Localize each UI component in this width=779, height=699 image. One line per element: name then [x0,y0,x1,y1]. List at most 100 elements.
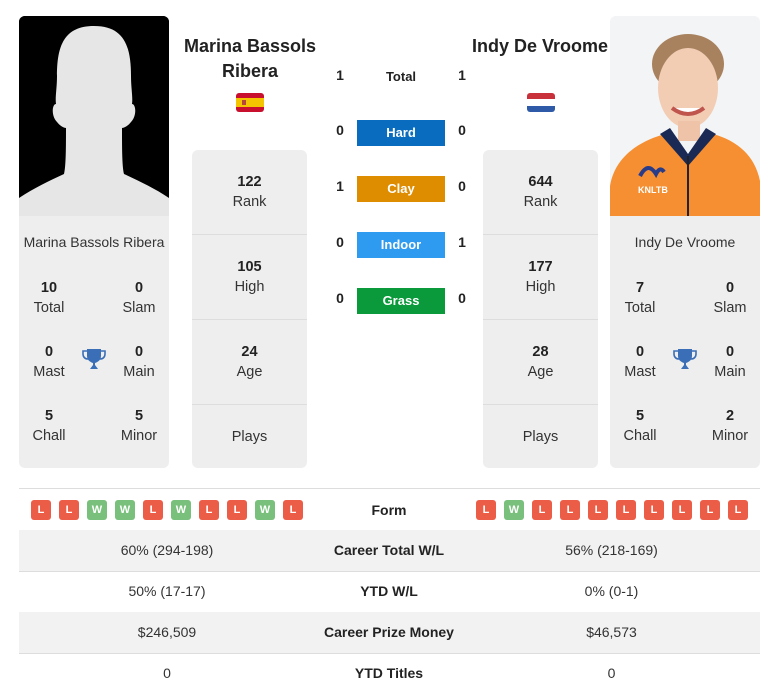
player1-name-heading[interactable]: Marina Bassols Ribera [170,34,330,84]
h2h-hard-p1: 0 [336,122,344,138]
player2-titles-card: Indy De Vroome 7 Total 0 Slam 0 Mast 0 M… [610,216,760,468]
value: 5 [134,408,144,424]
label: Minor [120,428,158,444]
row-label: Career Total W/L [333,542,445,558]
player1-card-name[interactable]: Marina Bassols Ribera [19,234,169,250]
label: Total [33,300,65,316]
p2-value: 0 [607,665,616,681]
player2-rank: 644 Rank [483,150,598,235]
label: Slam [122,300,156,316]
player1-high: 105 High [192,235,307,320]
player2-card-name[interactable]: Indy De Vroome [610,234,760,250]
form-badge-loss[interactable]: L [143,500,163,520]
p1-value: 50% (17-17) [128,583,206,599]
form-badge-loss[interactable]: L [700,500,720,520]
label: High [234,279,265,295]
h2h-indoor-p2: 1 [458,234,466,250]
player-portrait-icon: KNLTB [610,16,760,216]
value: 644 [528,174,553,190]
label: Mast [33,364,65,380]
player2-photo[interactable]: KNLTB [610,16,760,216]
form-badge-loss[interactable]: L [728,500,748,520]
form-label: Form [371,502,407,518]
row-label: YTD W/L [360,583,418,599]
value: 7 [635,280,645,296]
form-badge-loss[interactable]: L [588,500,608,520]
trophy-icon [672,346,698,372]
surface-hard-badge[interactable]: Hard [357,120,445,146]
player1-photo[interactable] [19,16,169,216]
spain-flag-icon [236,93,264,112]
player2-stats-card: 644 Rank 177 High 28 Age Plays [483,150,598,468]
value: 105 [237,259,262,275]
value: 2 [725,408,735,424]
h2h-grass-p2: 0 [458,290,466,306]
label: Slam [713,300,747,316]
h2h-grass-p1: 0 [336,290,344,306]
label: Main [714,364,746,380]
label: Total [624,300,656,316]
player1-titles-slam: 0 Slam [109,278,169,318]
table-row-ytd-titles: 0 YTD Titles 0 [19,653,760,694]
value: 0 [134,280,144,296]
value: 5 [635,408,645,424]
surface-indoor-badge[interactable]: Indoor [357,232,445,258]
p1-value: 60% (294-198) [120,542,214,558]
surface-grass-badge[interactable]: Grass [357,288,445,314]
form-badge-loss[interactable]: L [283,500,303,520]
label: Chall [32,428,66,444]
player2-titles-main: 0 Main [700,342,760,382]
player2-name-heading[interactable]: Indy De Vroome [460,34,620,59]
label: Chall [623,428,657,444]
player1-titles-mast: 0 Mast [19,342,79,382]
value: 0 [725,344,735,360]
form-badge-loss[interactable]: L [227,500,247,520]
form-badge-win[interactable]: W [504,500,524,520]
row-label: YTD Titles [354,665,424,681]
p2-value: 56% (218-169) [565,542,658,558]
player2-titles-total: 7 Total [610,278,670,318]
player1-plays: Plays [192,405,307,468]
form-badge-loss[interactable]: L [476,500,496,520]
value: 0 [725,280,735,296]
value: 0 [134,344,144,360]
silhouette-icon [19,16,169,216]
h2h-total-p1: 1 [336,67,344,83]
h2h-indoor-p1: 0 [336,234,344,250]
player2-age: 28 Age [483,320,598,405]
h2h-clay-p2: 0 [458,178,466,194]
player2-titles-slam: 0 Slam [700,278,760,318]
label: Plays [522,428,559,445]
label: Rank [523,194,558,210]
form-badge-loss[interactable]: L [644,500,664,520]
label: Age [527,364,554,380]
form-badge-loss[interactable]: L [532,500,552,520]
form-badge-win[interactable]: W [115,500,135,520]
form-badge-loss[interactable]: L [672,500,692,520]
form-badge-loss[interactable]: L [59,500,79,520]
player2-titles-mast: 0 Mast [610,342,670,382]
form-badge-win[interactable]: W [87,500,107,520]
h2h-hard-p2: 0 [458,122,466,138]
netherlands-flag-icon [527,93,555,112]
value: 0 [635,344,645,360]
player2-high: 177 High [483,235,598,320]
form-badge-win[interactable]: W [255,500,275,520]
form-badge-loss[interactable]: L [616,500,636,520]
player1-form: LLWWLWLLWL [31,500,303,520]
player1-titles-total: 10 Total [19,278,79,318]
player1-rank: 122 Rank [192,150,307,235]
form-badge-loss[interactable]: L [560,500,580,520]
value: 5 [44,408,54,424]
form-badge-loss[interactable]: L [31,500,51,520]
player2-titles-chall: 5 Chall [610,406,670,446]
player1-titles-chall: 5 Chall [19,406,79,446]
form-badge-win[interactable]: W [171,500,191,520]
surface-clay-badge[interactable]: Clay [357,176,445,202]
label: High [525,279,556,295]
label: Rank [232,194,267,210]
player1-titles-main: 0 Main [109,342,169,382]
h2h-total-p2: 1 [458,67,466,83]
form-badge-loss[interactable]: L [199,500,219,520]
label: Plays [231,428,268,445]
